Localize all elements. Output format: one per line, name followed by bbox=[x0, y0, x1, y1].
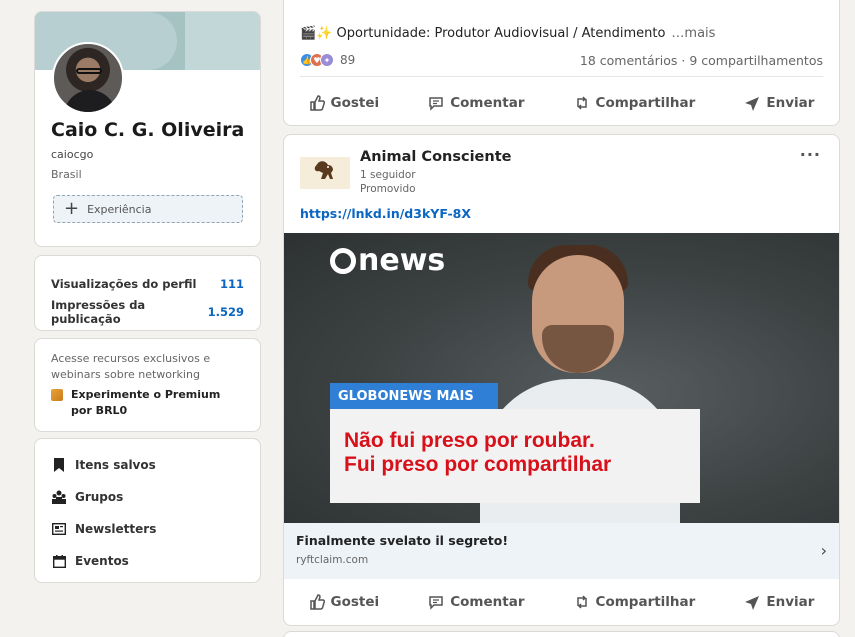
share-label: Compartilhar bbox=[595, 95, 696, 111]
advertiser-logo[interactable] bbox=[300, 157, 350, 189]
add-experience-button[interactable]: + Experiência bbox=[53, 195, 243, 223]
newsletter-icon bbox=[51, 521, 67, 537]
globonews-mais-banner: GLOBONEWS MAIS bbox=[330, 383, 498, 409]
nav-label: Itens salvos bbox=[75, 458, 156, 472]
more-options-button[interactable]: ··· bbox=[800, 145, 821, 164]
nav-saved-items[interactable]: Itens salvos bbox=[51, 449, 244, 481]
nav-groups[interactable]: Grupos bbox=[51, 481, 244, 513]
like-button[interactable]: Gostei bbox=[309, 95, 380, 111]
next-feed-post bbox=[283, 631, 840, 637]
globonews-logo: news bbox=[330, 243, 445, 278]
profile-handle: caiocgo bbox=[51, 148, 94, 161]
share-label: Compartilhar bbox=[595, 594, 696, 610]
globo-icon bbox=[330, 247, 356, 274]
comments-shares-count[interactable]: 18 comentários · 9 compartilhamentos bbox=[580, 53, 823, 68]
comment-icon bbox=[429, 97, 443, 111]
profile-location: Brasil bbox=[51, 168, 82, 181]
plus-icon: + bbox=[64, 198, 80, 219]
stat-post-impressions[interactable]: Impressões da publicação 1.529 bbox=[51, 298, 244, 326]
thumbs-up-icon bbox=[309, 594, 325, 610]
comment-icon bbox=[429, 596, 443, 610]
stat-value: 1.529 bbox=[207, 305, 244, 319]
stat-profile-views[interactable]: Visualizações do perfil 111 bbox=[51, 270, 244, 298]
premium-description: Acesse recursos exclusivos e webinars so… bbox=[51, 352, 211, 381]
send-icon bbox=[745, 97, 760, 111]
ad-link-preview[interactable]: Finalmente svelato il segreto! ryftclaim… bbox=[284, 523, 839, 579]
headline-line-2: Fui preso por compartilhar bbox=[344, 453, 612, 476]
share-button[interactable]: Compartilhar bbox=[574, 594, 696, 610]
post-body: 🎬✨ Oportunidade: Produtor Audiovisual / … bbox=[300, 26, 666, 41]
ad-domain: ryftclaim.com bbox=[296, 554, 369, 566]
post-link[interactable]: https://lnkd.in/d3kYF-8X bbox=[300, 206, 471, 221]
profile-card: Caio C. G. Oliveira caiocgo Brasil + Exp… bbox=[34, 11, 261, 247]
like-label: Gostei bbox=[330, 95, 380, 111]
add-experience-label: Experiência bbox=[87, 202, 152, 216]
send-label: Enviar bbox=[766, 95, 815, 111]
support-reaction-icon: ✦ bbox=[320, 53, 334, 67]
comment-button[interactable]: Comentar bbox=[428, 594, 524, 610]
stat-value: 111 bbox=[219, 277, 244, 291]
see-more-link[interactable]: …mais bbox=[671, 26, 715, 41]
post-text: 🎬✨ Oportunidade: Produtor Audiovisual / … bbox=[300, 26, 715, 41]
profile-name[interactable]: Caio C. G. Oliveira bbox=[51, 119, 244, 141]
premium-trial-link[interactable]: Experimente o Premium por BRL0 bbox=[51, 387, 244, 419]
post-actions: Gostei Comentar Compartilhar Enviar bbox=[284, 582, 839, 622]
repost-icon bbox=[576, 595, 587, 609]
like-label: Gostei bbox=[330, 594, 380, 610]
reactions-summary[interactable]: 👍 ♥ ✦ 89 bbox=[300, 53, 355, 67]
follower-count: 1 seguidor bbox=[360, 169, 416, 181]
brand-text: news bbox=[358, 243, 446, 278]
send-button[interactable]: Enviar bbox=[744, 95, 814, 111]
send-label: Enviar bbox=[766, 594, 815, 610]
nav-events[interactable]: Eventos bbox=[51, 545, 244, 577]
stats-card: Visualizações do perfil 111 Impressões d… bbox=[34, 255, 261, 331]
promoted-label: Promovido bbox=[360, 183, 416, 195]
chevron-right-icon: › bbox=[820, 541, 827, 560]
like-button[interactable]: Gostei bbox=[309, 594, 380, 610]
premium-trial-label: Experimente o Premium por BRL0 bbox=[71, 388, 221, 417]
ad-image[interactable]: news GLOBONEWS MAIS Não fui preso por ro… bbox=[284, 233, 839, 523]
nav-newsletters[interactable]: Newsletters bbox=[51, 513, 244, 545]
send-button[interactable]: Enviar bbox=[744, 594, 814, 610]
send-icon bbox=[745, 596, 760, 610]
stat-label: Impressões da publicação bbox=[51, 298, 146, 326]
nav-label: Eventos bbox=[75, 554, 129, 568]
share-button[interactable]: Compartilhar bbox=[574, 95, 696, 111]
premium-icon bbox=[51, 389, 63, 401]
nav-label: Newsletters bbox=[75, 522, 157, 536]
repost-icon bbox=[576, 96, 587, 110]
post-actions: Gostei Comentar Compartilhar Enviar bbox=[284, 83, 839, 123]
comment-button[interactable]: Comentar bbox=[428, 95, 524, 111]
sponsored-post: Animal Consciente 1 seguidor Promovido ·… bbox=[283, 134, 840, 626]
groups-icon bbox=[51, 489, 67, 505]
nav-label: Grupos bbox=[75, 490, 124, 504]
advertiser-name[interactable]: Animal Consciente bbox=[360, 149, 511, 165]
thumbs-up-icon bbox=[309, 95, 325, 111]
premium-card: Acesse recursos exclusivos e webinars so… bbox=[34, 338, 261, 432]
feed-post: 🎬✨ Oportunidade: Produtor Audiovisual / … bbox=[283, 0, 840, 126]
comment-label: Comentar bbox=[450, 95, 525, 111]
bookmark-icon bbox=[51, 457, 67, 473]
divider bbox=[300, 76, 823, 77]
headline-box: Não fui preso por roubar. Fui preso por … bbox=[330, 409, 700, 503]
headline-line-1: Não fui preso por roubar. bbox=[344, 429, 595, 452]
calendar-icon bbox=[51, 553, 67, 569]
ad-title: Finalmente svelato il segreto! bbox=[296, 533, 509, 548]
stat-label: Visualizações do perfil bbox=[51, 277, 197, 291]
shortcuts-card: Itens salvos Grupos Newsletters Eventos bbox=[34, 438, 261, 583]
reaction-count: 89 bbox=[340, 53, 356, 67]
avatar[interactable] bbox=[52, 42, 124, 114]
comment-label: Comentar bbox=[450, 594, 525, 610]
